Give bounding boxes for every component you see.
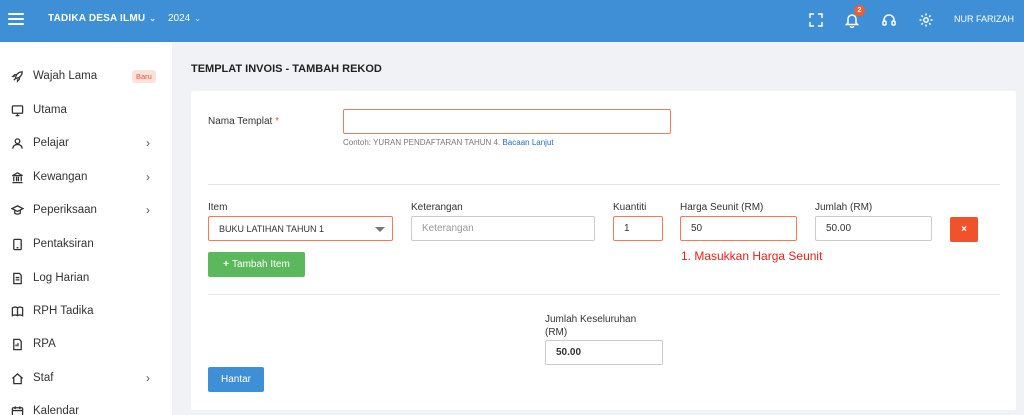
plus-icon: +	[223, 259, 230, 270]
chevron-right-icon: ›	[146, 170, 150, 184]
delete-row-button[interactable]: ×	[950, 217, 978, 242]
notification-badge: 2	[854, 5, 865, 16]
tablet-icon	[10, 237, 24, 251]
notification-bell-icon[interactable]: 2	[843, 5, 865, 29]
new-badge: Baru	[132, 69, 156, 83]
sidebar-item-log-harian[interactable]: Log Harian	[0, 266, 172, 290]
log-icon	[10, 271, 24, 285]
school-selector[interactable]: TADIKA DESA ILMU ⌄	[48, 13, 156, 24]
headset-support-icon[interactable]	[880, 11, 898, 29]
unit-price-label: Harga Seunit (RM)	[680, 202, 764, 213]
sidebar-item-label: Pelajar	[33, 137, 69, 149]
chevron-right-icon: ›	[146, 136, 150, 150]
sidebar-item-label: Pentaksiran	[33, 238, 94, 250]
calendar-icon	[10, 404, 24, 415]
chevron-down-icon: ⌄	[149, 14, 157, 23]
hamburger-menu-icon[interactable]	[8, 11, 24, 27]
description-input[interactable]: Keterangan	[411, 216, 595, 241]
sidebar-item-label: Wajah Lama	[33, 70, 98, 82]
sidebar-item-pelajar[interactable]: Pelajar ›	[0, 131, 172, 155]
bank-icon	[10, 170, 24, 184]
top-bar: TADIKA DESA ILMU ⌄ 2024 ⌄ 2 NUR FARIZAH	[0, 0, 1024, 42]
home-icon	[10, 371, 24, 385]
template-name-input[interactable]	[343, 109, 671, 134]
book-icon	[10, 304, 24, 318]
school-name: TADIKA DESA ILMU	[48, 13, 146, 24]
year-value: 2024	[168, 13, 191, 24]
required-mark: *	[275, 116, 279, 127]
sidebar-item-staf[interactable]: Staf ›	[0, 366, 172, 390]
sidebar-item-label: RPA	[33, 338, 56, 350]
amount-label: Jumlah (RM)	[815, 202, 873, 213]
sidebar-item-label: Utama	[33, 104, 67, 116]
amount-input[interactable]: 50.00	[815, 216, 932, 241]
chevron-right-icon: ›	[146, 371, 150, 385]
sidebar-item-kewangan[interactable]: Kewangan ›	[0, 165, 172, 189]
page-title: TEMPLAT INVOIS - TAMBAH REKOD	[191, 63, 382, 75]
sidebar-item-label: Kalendar	[33, 405, 80, 415]
sidebar-item-label: RPH Tadika	[33, 305, 94, 317]
sidebar-item-rpa[interactable]: RPA	[0, 332, 172, 356]
sidebar-item-pentaksiran[interactable]: Pentaksiran	[0, 232, 172, 256]
description-label: Keterangan	[411, 202, 463, 213]
template-name-hint: Contoh: YURAN PENDAFTARAN TAHUN 4. Bacaa…	[343, 138, 554, 147]
sidebar-item-kalendar[interactable]: Kalendar	[0, 399, 172, 415]
divider	[208, 294, 1000, 295]
sidebar-item-peperiksaan[interactable]: Peperiksaan ›	[0, 198, 172, 222]
settings-gear-icon[interactable]	[917, 11, 935, 29]
rocket-icon	[10, 69, 24, 83]
sidebar-item-utama[interactable]: Utama	[0, 98, 172, 122]
read-more-link[interactable]: Bacaan Lanjut	[502, 138, 553, 147]
quantity-input[interactable]: 1	[613, 216, 663, 241]
grand-total-input[interactable]: 50.00	[545, 340, 663, 365]
template-name-label: Nama Templat *	[208, 116, 279, 127]
description-placeholder: Keterangan	[422, 223, 474, 234]
add-item-button[interactable]: + Tambah Item	[208, 252, 305, 277]
item-select[interactable]: BUKU LATIHAN TAHUN 1	[208, 216, 393, 241]
chevron-down-icon: ⌄	[194, 14, 201, 23]
user-name[interactable]: NUR FARIZAH	[954, 14, 1014, 24]
sidebar: Wajah Lama Baru Utama Pelajar › Kewangan…	[0, 42, 172, 415]
submit-button[interactable]: Hantar	[208, 367, 264, 392]
sidebar-item-label: Kewangan	[33, 171, 88, 183]
sidebar-item-label: Peperiksaan	[33, 204, 97, 216]
fullscreen-icon[interactable]	[807, 11, 825, 29]
dropdown-caret-icon	[375, 227, 385, 232]
item-selected-value: BUKU LATIHAN TAHUN 1	[219, 223, 325, 234]
graduation-cap-icon	[10, 203, 24, 217]
report-icon	[10, 337, 24, 351]
sidebar-item-label: Staf	[33, 372, 54, 384]
sidebar-item-wajah-lama[interactable]: Wajah Lama Baru	[0, 64, 172, 88]
sidebar-item-label: Log Harian	[33, 272, 90, 284]
chevron-right-icon: ›	[146, 203, 150, 217]
year-selector[interactable]: 2024 ⌄	[168, 13, 201, 24]
unit-price-input[interactable]: 50	[680, 216, 797, 241]
monitor-icon	[10, 103, 24, 117]
quantity-label: Kuantiti	[613, 202, 647, 213]
add-item-label: Tambah Item	[232, 259, 290, 270]
item-label: Item	[208, 202, 228, 213]
validation-error-message: 1. Masukkan Harga Seunit	[681, 249, 823, 263]
divider	[208, 184, 1000, 185]
user-icon	[10, 136, 24, 150]
grand-total-label: Jumlah Keseluruhan (RM)	[545, 314, 637, 338]
sidebar-item-rph-tadika[interactable]: RPH Tadika	[0, 299, 172, 323]
